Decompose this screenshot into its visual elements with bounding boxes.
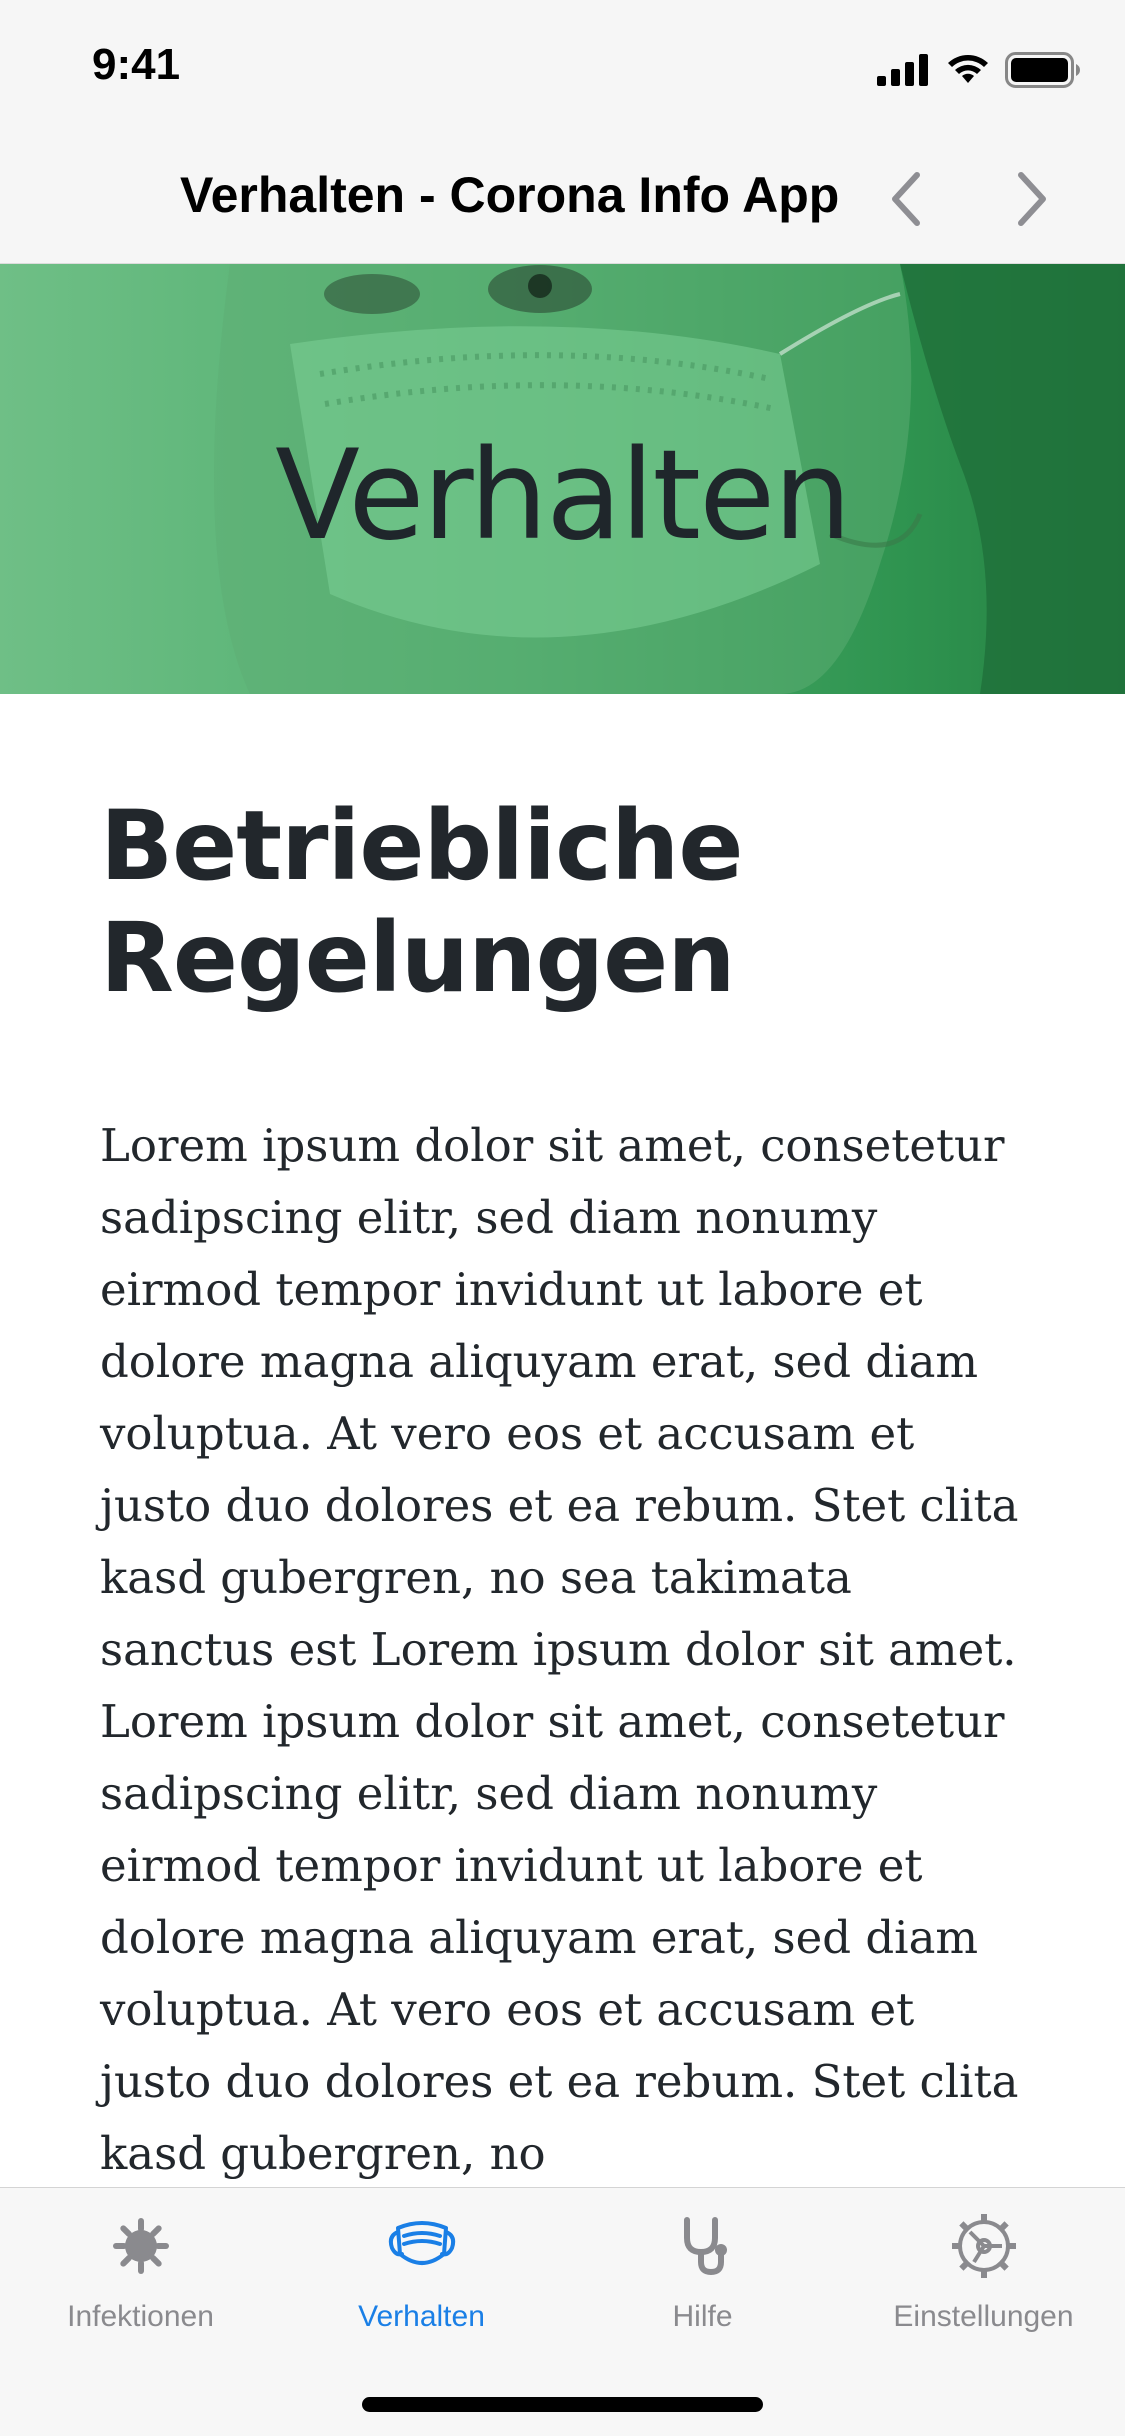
tab-label-verhalten: Verhalten xyxy=(358,2300,485,2333)
section-heading: Betriebliche Regelungen xyxy=(100,790,1000,1014)
navigation-bar: Verhalten - Corona Info App xyxy=(0,132,1125,264)
hero-banner: Verhalten xyxy=(0,264,1125,694)
tab-verhalten[interactable]: Verhalten xyxy=(281,2206,562,2346)
nav-back-button[interactable] xyxy=(872,164,942,234)
tab-hilfe[interactable]: Hilfe xyxy=(562,2206,843,2346)
status-time: 9:41 xyxy=(92,40,181,89)
chevron-left-icon xyxy=(892,172,920,226)
tab-label-hilfe: Hilfe xyxy=(672,2300,733,2333)
section-heading-line1: Betriebliche xyxy=(100,790,743,902)
gear-icon xyxy=(944,2206,1024,2286)
body-text: Lorem ipsum dolor sit amet, consetetur s… xyxy=(100,1119,1019,2180)
mask-icon xyxy=(382,2206,462,2286)
tab-infektionen[interactable]: Infektionen xyxy=(0,2206,281,2346)
status-bar: 9:41 xyxy=(0,0,1125,132)
cellular-signal-icon xyxy=(877,54,928,86)
tab-label-infektionen: Infektionen xyxy=(67,2300,214,2333)
stethoscope-icon xyxy=(663,2206,743,2286)
hero-title: Verhalten xyxy=(275,424,852,568)
tab-einstellungen[interactable]: Einstellungen xyxy=(843,2206,1124,2346)
wifi-icon xyxy=(948,55,988,83)
chevron-right-icon xyxy=(1018,172,1046,226)
nav-forward-button[interactable] xyxy=(996,164,1066,234)
home-indicator[interactable] xyxy=(362,2397,763,2412)
tab-label-einstellungen: Einstellungen xyxy=(893,2300,1074,2333)
nav-title: Verhalten - Corona Info App xyxy=(180,167,840,223)
virus-icon xyxy=(101,2206,181,2286)
section-heading-line2: Regelungen xyxy=(100,902,736,1014)
battery-icon xyxy=(1005,52,1080,88)
status-icons xyxy=(877,50,1081,90)
